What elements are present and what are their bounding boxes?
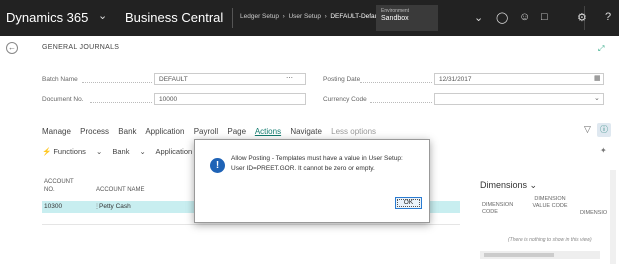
app-name[interactable]: Business Central xyxy=(125,10,223,25)
action-actions[interactable]: Actions xyxy=(255,127,281,136)
chevron-down-icon[interactable]: ⌄ xyxy=(98,9,107,22)
info-icon: ! xyxy=(210,158,225,173)
chat-icon[interactable]: □ xyxy=(541,11,548,23)
breadcrumb-item[interactable]: Ledger Setup xyxy=(240,13,279,20)
action-bar: Manage Process Bank Application Payroll … xyxy=(42,127,383,136)
gear-icon[interactable]: ⚙ xyxy=(577,11,587,24)
document-no-field[interactable]: 10000 xyxy=(154,93,306,105)
column-header-account-no[interactable]: ACCOUNT NO. xyxy=(44,178,74,194)
action-manage[interactable]: Manage xyxy=(42,127,71,136)
dialog-message: Allow Posting - Templates must have a va… xyxy=(231,155,403,172)
ellipsis-icon[interactable]: ⋯ xyxy=(286,74,293,82)
column-header-dimension-value-code[interactable]: DIMENSION VALUE CODE xyxy=(530,196,570,210)
calendar-icon[interactable]: ▦ xyxy=(594,74,601,82)
action-process[interactable]: Process xyxy=(80,127,109,136)
environment-indicator: Environment Sandbox xyxy=(376,5,438,31)
dimensions-title-text: Dimensions xyxy=(480,180,528,190)
action-payroll[interactable]: Payroll xyxy=(194,127,218,136)
posting-date-value: 12/31/2017 xyxy=(439,76,472,83)
smiley-icon[interactable]: ☺ xyxy=(519,11,530,23)
field-leader xyxy=(370,102,432,103)
info-pane-icon[interactable]: ⓘ xyxy=(597,123,611,137)
brand-name[interactable]: Dynamics 365 xyxy=(6,10,88,25)
help-icon[interactable]: ? xyxy=(605,11,611,23)
lightbulb-icon[interactable]: ◯ xyxy=(496,11,508,24)
field-leader xyxy=(82,82,152,83)
top-navigation-bar: Dynamics 365 ⌄ Business Central Ledger S… xyxy=(0,0,619,36)
currency-code-field[interactable] xyxy=(434,93,604,105)
empty-state-text: (There is nothing to show in this view) xyxy=(508,237,592,243)
page-title: GENERAL JOURNALS xyxy=(42,44,120,51)
sub-action-bar: ⚡Functions ⌄ Bank ⌄ Application ⌄ xyxy=(42,147,217,156)
currency-code-label: Currency Code xyxy=(323,96,367,103)
field-leader xyxy=(360,82,432,83)
action-application[interactable]: Application xyxy=(145,127,184,136)
field-leader xyxy=(90,102,152,103)
breadcrumb-item[interactable]: User Setup xyxy=(288,13,321,20)
expand-icon[interactable]: ⤢ xyxy=(598,44,604,54)
column-header-dimension[interactable]: DIMENSIO xyxy=(580,210,607,217)
posting-date-label: Posting Date xyxy=(323,76,361,83)
posting-date-field[interactable]: 12/31/2017 xyxy=(434,73,604,85)
action-navigate[interactable]: Navigate xyxy=(290,127,322,136)
application-label: Application xyxy=(155,147,193,156)
personalize-icon[interactable]: ✦ xyxy=(600,146,607,155)
ok-button[interactable]: OK xyxy=(395,197,422,209)
environment-value: Sandbox xyxy=(381,15,409,22)
functions-menu[interactable]: ⚡ Functions ⌄ xyxy=(42,147,102,156)
batch-name-value: DEFAULT xyxy=(159,76,188,83)
action-bank[interactable]: Bank xyxy=(118,127,136,136)
chevron-down-icon[interactable]: ⌄ xyxy=(474,11,483,24)
less-options-button[interactable]: Less options xyxy=(331,127,376,136)
lightning-icon: ⚡ xyxy=(42,147,52,156)
batch-name-label: Batch Name xyxy=(42,76,78,83)
horizontal-scrollbar[interactable] xyxy=(480,251,600,259)
document-no-value: 10000 xyxy=(159,96,178,103)
error-dialog: ! Allow Posting - Templates must have a … xyxy=(194,139,430,223)
back-button[interactable]: ← xyxy=(6,42,18,54)
header-line: NO. xyxy=(44,187,55,193)
chevron-down-icon[interactable]: ⌄ xyxy=(594,94,600,102)
vertical-scrollbar[interactable] xyxy=(610,170,616,264)
action-page[interactable]: Page xyxy=(227,127,246,136)
header-line: ACCOUNT xyxy=(44,179,74,185)
bank-menu[interactable]: Bank ⌄ xyxy=(112,147,145,156)
column-header-dimension-code[interactable]: DIMENSION CODE xyxy=(482,202,522,216)
bank-label: Bank xyxy=(112,147,130,156)
divider xyxy=(232,8,233,28)
dimensions-title[interactable]: Dimensions ⌄ xyxy=(480,180,537,191)
batch-name-field[interactable]: DEFAULT xyxy=(154,73,306,85)
filter-icon[interactable]: ▽ xyxy=(584,124,591,135)
account-no-cell[interactable]: 10300 xyxy=(44,203,62,210)
functions-label: Functions xyxy=(53,147,86,156)
document-no-label: Document No. xyxy=(42,96,84,103)
column-header-account-name[interactable]: ACCOUNT NAME xyxy=(96,186,145,194)
account-name-cell[interactable]: Petty Cash xyxy=(99,203,131,210)
environment-label: Environment xyxy=(381,8,410,14)
scrollbar-thumb[interactable] xyxy=(484,253,554,257)
